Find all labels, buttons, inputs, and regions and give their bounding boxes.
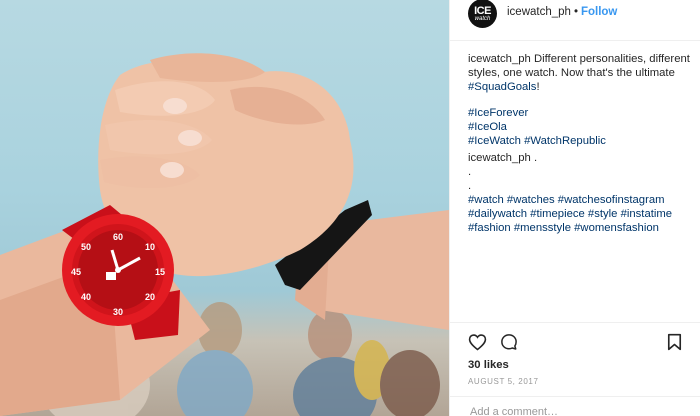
comment-dot: . bbox=[468, 180, 472, 192]
hashtag-line[interactable]: #watch #watches #watchesofinstagram bbox=[468, 193, 692, 207]
follow-button[interactable]: Follow bbox=[581, 6, 617, 18]
hashtag-line[interactable]: #IceOla bbox=[468, 120, 692, 134]
hashtag-line[interactable]: #IceForever bbox=[468, 106, 692, 120]
svg-text:40: 40 bbox=[81, 292, 91, 302]
comment-dot: . bbox=[533, 152, 538, 164]
header-text: icewatch_ph • Follow bbox=[507, 6, 617, 18]
post-date[interactable]: AUGUST 5, 2017 bbox=[468, 377, 539, 386]
post-header: ICE watch icewatch_ph • Follow bbox=[450, 0, 700, 28]
add-comment-input[interactable]: Add a comment… bbox=[470, 406, 558, 416]
header-username-link[interactable]: icewatch_ph bbox=[507, 6, 571, 18]
like-count[interactable]: 30 likes bbox=[468, 359, 509, 371]
svg-text:15: 15 bbox=[155, 267, 165, 277]
handshake-watch-illustration: 60 10 15 20 50 45 40 30 bbox=[0, 53, 449, 416]
hashtag-line[interactable]: #fashion #mensstyle #womensfashion bbox=[468, 221, 692, 235]
post-caption: icewatch_ph Different personalities, dif… bbox=[468, 52, 692, 235]
svg-text:10: 10 bbox=[145, 242, 155, 252]
svg-text:45: 45 bbox=[71, 267, 81, 277]
actions-divider bbox=[450, 322, 700, 323]
svg-text:60: 60 bbox=[113, 232, 123, 242]
svg-text:20: 20 bbox=[145, 292, 155, 302]
header-divider bbox=[450, 40, 700, 41]
comment-dot: . bbox=[468, 166, 472, 178]
svg-text:50: 50 bbox=[81, 242, 91, 252]
caption-exclaim: ! bbox=[536, 81, 540, 93]
heart-outline-icon[interactable] bbox=[468, 333, 487, 351]
action-bar bbox=[468, 333, 688, 353]
avatar-logo-subtext: watch bbox=[474, 15, 491, 22]
header-separator: • bbox=[573, 6, 578, 18]
comment-username-link[interactable]: icewatch_ph bbox=[468, 152, 531, 164]
comment-bubble-icon[interactable] bbox=[500, 333, 518, 351]
post-photo[interactable]: 60 10 15 20 50 45 40 30 bbox=[0, 0, 449, 416]
avatar[interactable]: ICE watch bbox=[468, 0, 497, 28]
post-side-panel: ICE watch icewatch_ph • Follow icewatch_ph… bbox=[449, 0, 700, 416]
comment-divider bbox=[450, 396, 700, 397]
svg-text:30: 30 bbox=[113, 307, 123, 317]
hashtag-link[interactable]: #SquadGoals bbox=[468, 81, 536, 93]
caption-username-link[interactable]: icewatch_ph bbox=[468, 53, 531, 65]
hashtag-line[interactable]: #dailywatch #timepiece #style #instatime bbox=[468, 207, 692, 221]
hashtag-line[interactable]: #IceWatch #WatchRepublic bbox=[468, 134, 692, 148]
bookmark-icon[interactable] bbox=[667, 333, 682, 351]
